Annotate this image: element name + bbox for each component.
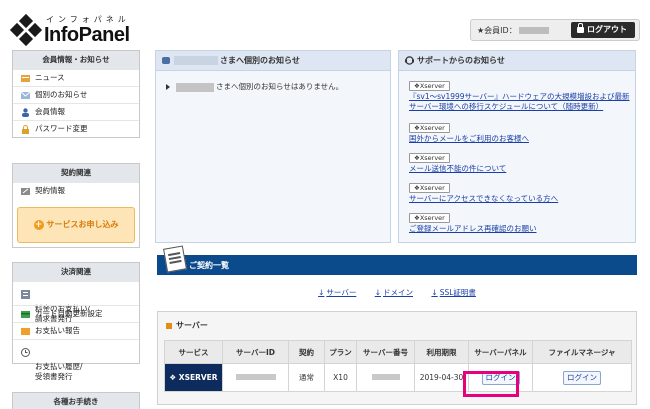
infopanel-logo[interactable]: インフォパネル InfoPanel xyxy=(9,12,152,48)
triangle-bullet-icon xyxy=(166,84,170,90)
server-table: サービス サーバーID 契約 プラン サーバー番号 利用期限 サーバーパネル フ… xyxy=(164,340,632,392)
sidebar-section-title: 契約関連 xyxy=(13,164,139,182)
speech-bubble-icon xyxy=(162,57,170,64)
report-icon xyxy=(21,328,30,335)
support-news-item[interactable]: ❖Xserver 『sv1～sv1999サーバー』ハードウェアの大規模増設および… xyxy=(409,81,631,112)
support-news-item[interactable]: ❖Xserver ご登録メールアドレス再確認のお願い xyxy=(409,213,537,234)
support-news-item[interactable]: ❖Xserver サーバーにアクセスできなくなっている方へ xyxy=(409,183,558,204)
file-manager-cell: ログイン xyxy=(532,363,632,392)
xserver-badge: ❖Xserver xyxy=(409,213,450,223)
server-section-title: サーバー xyxy=(166,320,208,331)
service-cell: ❖ XSERVER xyxy=(164,363,223,392)
invoice-icon xyxy=(21,290,30,299)
sidebar-item-card-renew[interactable]: カード自動更新設定 xyxy=(13,305,139,322)
column-header: 契約 xyxy=(288,340,325,364)
sidebar-item-password[interactable]: パスワード変更 xyxy=(13,120,139,137)
expiry-cell: 2019-04-30 xyxy=(414,363,469,392)
sidebar-payment-section: 決済関連 料金のお支払い/ 請求書発行 カード自動更新設定 お支払い報告 お支払… xyxy=(12,262,140,381)
support-news-link[interactable]: サーバーにアクセスできなくなっている方へ xyxy=(409,194,558,204)
support-news-link[interactable]: 『sv1～sv1999サーバー』ハードウェアの大規模増設および最新サーバー環境へ… xyxy=(409,92,631,112)
sidebar-item-payment-history[interactable]: お支払い履歴/ 受領書発行 xyxy=(13,339,139,381)
lock-icon xyxy=(22,125,29,134)
table-header-row: サービス サーバーID 契約 プラン サーバー番号 利用期限 サーバーパネル フ… xyxy=(164,340,632,364)
logout-button[interactable]: ログアウト xyxy=(571,22,635,38)
credit-card-icon xyxy=(21,311,30,318)
arrow-down-icon: ↓ xyxy=(318,288,325,297)
column-header: プラン xyxy=(324,340,357,364)
support-news-item[interactable]: ❖Xserver 国外からメールをご利用のお客様へ xyxy=(409,123,529,144)
sidebar-contract-section: 契約関連 契約情報 + サービスお申し込み xyxy=(12,163,140,248)
masked-server-id xyxy=(235,374,276,380)
support-icon xyxy=(405,56,414,65)
sidebar-item-member-info[interactable]: 会員情報 xyxy=(13,103,139,120)
member-id-label: ★会員ID： xyxy=(477,25,549,36)
arrow-down-icon: ↓ xyxy=(374,288,382,297)
support-news-item[interactable]: ❖Xserver メール送信不能の件について xyxy=(409,153,506,174)
contract-tab-links: ↓ サーバー ↓ ドメイン ↓ SSL証明書 xyxy=(157,287,637,298)
table-row: ❖ XSERVER 通常 X10 2019-04-30 ログイン ログイン xyxy=(164,363,632,392)
support-news-link[interactable]: メール送信不能の件について xyxy=(409,164,506,174)
highlight-frame xyxy=(463,371,519,397)
panel-title: さまへ個別のお知らせ xyxy=(156,51,390,71)
masked-server-number xyxy=(371,374,400,380)
column-header: 利用期限 xyxy=(414,340,469,364)
column-header: サーバーパネル xyxy=(468,340,533,364)
panel-title: サポートからのお知らせ xyxy=(399,51,635,71)
sidebar-member-section: 会員情報・お知らせ ニュース 個別のお知らせ 会員情報 パスワード変更 xyxy=(12,50,140,138)
column-header: サービス xyxy=(164,340,223,364)
column-header: サーバー番号 xyxy=(356,340,415,364)
xserver-logo-icon: ❖ xyxy=(169,373,177,382)
tab-server-link[interactable]: ↓ サーバー xyxy=(318,288,356,297)
support-news-link[interactable]: ご登録メールアドレス再確認のお願い xyxy=(409,224,537,234)
server-contract-box: サーバー サービス サーバーID 契約 プラン サーバー番号 利用期限 サーバー… xyxy=(157,311,637,405)
sidebar-item-contract-info[interactable]: 契約情報 xyxy=(13,182,139,199)
masked-username xyxy=(174,56,218,65)
logo-mark-icon xyxy=(9,13,43,47)
sidebar-item-notice[interactable]: 個別のお知らせ xyxy=(13,86,139,103)
apply-service-button[interactable]: + サービスお申し込み xyxy=(17,207,135,243)
file-manager-login-button[interactable]: ログイン xyxy=(563,370,601,385)
column-header: サーバーID xyxy=(222,340,289,364)
server-id-cell xyxy=(222,363,289,392)
contract-cell: 通常 xyxy=(288,363,325,392)
server-number-cell xyxy=(356,363,415,392)
sidebar-section-title: 各種お手続き xyxy=(13,393,139,409)
contract-list-header: ご契約一覧 xyxy=(157,245,637,275)
plan-cell: X10 xyxy=(324,363,357,392)
member-id-value xyxy=(518,27,549,34)
clock-icon xyxy=(21,348,30,357)
envelope-icon xyxy=(21,92,30,99)
xserver-badge: ❖Xserver xyxy=(409,183,450,193)
xserver-badge: ❖Xserver xyxy=(409,123,450,133)
contract-list-title: ご契約一覧 xyxy=(189,261,229,270)
tab-ssl-link[interactable]: ↓ SSL証明書 xyxy=(431,288,476,297)
column-header: ファイルマネージャ xyxy=(532,340,632,364)
sidebar-section-title: 決済関連 xyxy=(13,263,139,281)
xserver-badge: ❖Xserver xyxy=(409,81,450,91)
masked-username xyxy=(176,82,214,92)
sidebar-section-title: 会員情報・お知らせ xyxy=(13,51,139,69)
support-news-link[interactable]: 国外からメールをご利用のお客様へ xyxy=(409,134,529,144)
pen-icon xyxy=(21,188,30,195)
xserver-badge: ❖Xserver xyxy=(409,153,450,163)
user-icon xyxy=(22,108,29,117)
sidebar-procedures-section: 各種お手続き xyxy=(12,392,140,409)
lock-icon xyxy=(577,22,584,33)
arrow-down-icon: ↓ xyxy=(431,288,438,297)
square-bullet-icon xyxy=(166,322,172,329)
news-icon xyxy=(21,75,30,82)
tab-domain-link[interactable]: ↓ ドメイン xyxy=(375,288,413,297)
personal-notice-panel: さまへ個別のお知らせ さまへ個別のお知らせはありません。 xyxy=(155,50,391,243)
support-notice-panel: サポートからのお知らせ ❖Xserver 『sv1～sv1999サーバー』ハード… xyxy=(398,50,636,243)
sidebar-item-payment-report[interactable]: お支払い報告 xyxy=(13,322,139,339)
plus-icon: + xyxy=(33,219,44,230)
member-info-box: ★会員ID： ログアウト xyxy=(470,19,640,41)
sidebar-item-news[interactable]: ニュース xyxy=(13,69,139,86)
document-icon xyxy=(163,245,187,273)
notice-message: さまへ個別のお知らせはありません。 xyxy=(166,81,343,92)
logo-text: InfoPanel xyxy=(44,24,130,46)
sidebar-item-payment[interactable]: 料金のお支払い/ 請求書発行 xyxy=(13,281,139,323)
